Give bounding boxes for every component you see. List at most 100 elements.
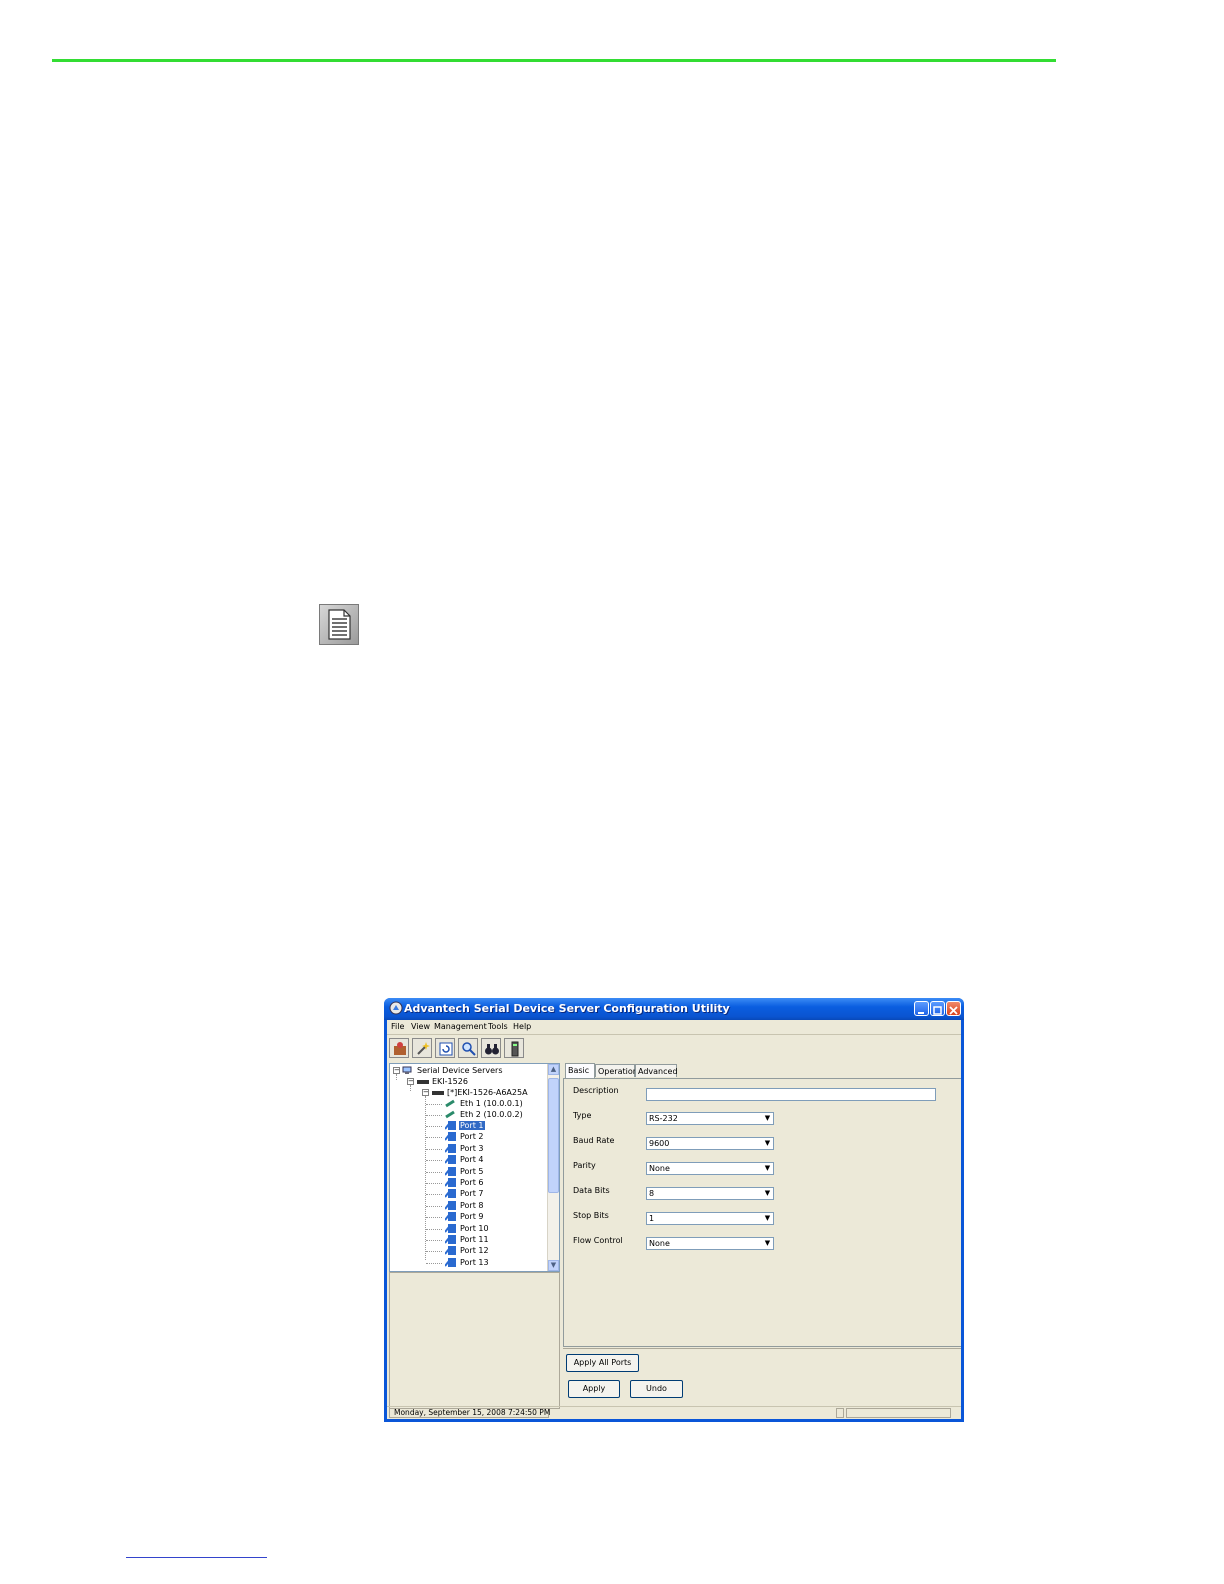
chevron-down-icon[interactable]: ▼ <box>762 1238 773 1249</box>
chevron-down-icon[interactable]: ▼ <box>762 1163 773 1174</box>
scroll-thumb[interactable] <box>548 1078 559 1193</box>
chevron-down-icon[interactable]: ▼ <box>762 1138 773 1149</box>
tree-expander[interactable]: − <box>407 1078 414 1085</box>
tab-advanced[interactable]: Advanced <box>635 1064 678 1077</box>
chevron-down-icon[interactable]: ▼ <box>762 1188 773 1199</box>
menu-view[interactable]: View <box>411 1022 430 1031</box>
serial-port-icon <box>445 1223 456 1233</box>
undo-button[interactable]: Undo <box>630 1380 683 1398</box>
tree-line <box>426 1137 442 1139</box>
tree-line <box>426 1104 442 1105</box>
flow-control-label: Flow Control <box>573 1236 623 1245</box>
tree-line <box>426 1194 442 1196</box>
device-icon <box>511 1041 519 1057</box>
header-rule <box>52 59 1056 62</box>
tree-expander[interactable]: − <box>422 1089 429 1096</box>
scroll-up-icon[interactable]: ▲ <box>548 1064 559 1075</box>
menu-file[interactable]: File <box>391 1022 404 1031</box>
status-cell <box>846 1408 951 1418</box>
locate-button[interactable] <box>458 1038 478 1058</box>
maximize-button[interactable] <box>930 1001 945 1016</box>
add-device-button[interactable] <box>389 1038 409 1058</box>
menu-help[interactable]: Help <box>513 1022 531 1031</box>
serial-port-icon <box>445 1212 456 1222</box>
tree-port-item[interactable]: Port 2 <box>445 1131 485 1142</box>
tree-device[interactable]: [*]EKI-1526-A6A25A <box>432 1087 529 1098</box>
menu-tools[interactable]: Tools <box>488 1022 508 1031</box>
type-select[interactable]: RS-232 ▼ <box>646 1112 774 1125</box>
status-cell <box>836 1408 844 1418</box>
tree-port-item[interactable]: Port 5 <box>445 1166 485 1177</box>
ethernet-icon <box>445 1099 455 1108</box>
device-button[interactable] <box>504 1038 524 1058</box>
tab-basic[interactable]: Basic <box>565 1063 595 1078</box>
port-label: Port 1 <box>459 1121 485 1130</box>
tree-line <box>426 1205 442 1207</box>
port-label: Port 8 <box>460 1200 484 1210</box>
flow-control-select[interactable]: None ▼ <box>646 1237 774 1250</box>
tree-line <box>410 1085 411 1091</box>
refresh-button[interactable] <box>435 1038 455 1058</box>
apply-all-ports-button[interactable]: Apply All Ports <box>566 1354 639 1372</box>
binoculars-button[interactable] <box>481 1038 501 1058</box>
tree-group[interactable]: EKI-1526 <box>417 1076 469 1087</box>
tree-port-item[interactable]: Port 6 <box>445 1177 485 1188</box>
minimize-button[interactable] <box>914 1001 929 1016</box>
server-icon <box>432 1091 444 1095</box>
data-bits-label: Data Bits <box>573 1186 610 1195</box>
tree-scrollbar[interactable]: ▲ ▼ <box>547 1064 559 1271</box>
tree-expander[interactable]: − <box>393 1067 400 1074</box>
basic-panel: Description Type RS-232 ▼ Baud Rate 9600… <box>563 1078 961 1347</box>
serial-port-icon <box>445 1246 456 1256</box>
tree-port-item[interactable]: Port 4 <box>445 1154 485 1165</box>
port-label: Port 2 <box>460 1132 484 1142</box>
baud-rate-label: Baud Rate <box>573 1136 615 1145</box>
baud-rate-select[interactable]: 9600 ▼ <box>646 1137 774 1150</box>
port-label: Port 10 <box>460 1223 489 1233</box>
close-button[interactable] <box>946 1001 961 1016</box>
tree-port-item[interactable]: Port 1 <box>445 1120 485 1131</box>
type-label: Type <box>573 1111 592 1120</box>
chevron-down-icon[interactable]: ▼ <box>762 1213 773 1224</box>
serial-port-icon <box>445 1143 456 1153</box>
tree-port-item[interactable]: Port 7 <box>445 1188 485 1199</box>
tree-line <box>396 1074 397 1080</box>
tree-eth2[interactable]: Eth 2 (10.0.0.2) <box>445 1109 524 1120</box>
tree-port-item[interactable]: Port 9 <box>445 1211 485 1222</box>
title-bar[interactable]: Advantech Serial Device Server Configura… <box>384 998 964 1020</box>
tree-line <box>426 1251 442 1253</box>
serial-port-icon <box>445 1132 456 1142</box>
description-input[interactable] <box>646 1088 936 1101</box>
tree-port-item[interactable]: Port 12 <box>445 1245 490 1256</box>
data-bits-select[interactable]: 8 ▼ <box>646 1187 774 1200</box>
tab-operation[interactable]: Operation <box>595 1064 638 1077</box>
tree-line <box>426 1148 442 1150</box>
menu-management[interactable]: Management <box>434 1022 487 1031</box>
tree-eth1[interactable]: Eth 1 (10.0.0.1) <box>445 1098 524 1109</box>
port-label: Port 5 <box>460 1166 484 1176</box>
chevron-down-icon[interactable]: ▼ <box>762 1113 773 1124</box>
stop-bits-select[interactable]: 1 ▼ <box>646 1212 774 1225</box>
tree-port-item[interactable]: Port 11 <box>445 1234 490 1245</box>
parity-label: Parity <box>573 1161 596 1170</box>
tree-port-item[interactable]: Port 10 <box>445 1223 490 1234</box>
tree-port-item[interactable]: Port 13 <box>445 1257 490 1268</box>
scroll-down-icon[interactable]: ▼ <box>548 1260 559 1271</box>
refresh-icon <box>439 1042 453 1056</box>
tree-port-item[interactable]: Port 3 <box>445 1143 485 1154</box>
parity-select[interactable]: None ▼ <box>646 1162 774 1175</box>
tree-port-item[interactable]: Port 8 <box>445 1200 485 1211</box>
serial-port-icon <box>445 1166 456 1176</box>
search-wand-button[interactable] <box>412 1038 432 1058</box>
app-window: Advantech Serial Device Server Configura… <box>384 998 964 1422</box>
binoculars-icon <box>485 1044 499 1055</box>
apply-button[interactable]: Apply <box>568 1380 620 1398</box>
serial-port-icon <box>445 1200 456 1210</box>
device-tree[interactable]: − Serial Device Servers − EKI-1526 − [*]… <box>389 1063 560 1272</box>
note-document-icon <box>319 604 359 645</box>
stop-bits-label: Stop Bits <box>573 1211 609 1220</box>
serial-port-icon <box>445 1178 456 1187</box>
tree-root[interactable]: Serial Device Servers <box>402 1065 503 1076</box>
info-pane <box>389 1272 560 1409</box>
window-title: Advantech Serial Device Server Configura… <box>404 1002 730 1015</box>
